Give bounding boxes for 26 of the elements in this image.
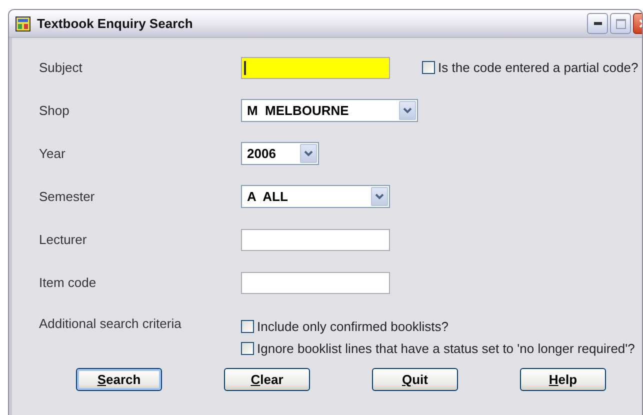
- field-label: Semester: [38, 189, 96, 204]
- input-field[interactable]: [241, 272, 390, 294]
- checkbox-label: Include only confirmed booklists?: [257, 319, 448, 334]
- field-label: Shop: [38, 103, 70, 118]
- minimize-icon[interactable]: [587, 13, 608, 34]
- input-field[interactable]: [241, 56, 390, 78]
- dialog-button[interactable]: Help: [520, 368, 606, 391]
- checkbox[interactable]: [422, 61, 435, 74]
- field-label: Item code: [38, 275, 98, 290]
- section-label: Additional search criteria: [38, 316, 182, 333]
- input-field[interactable]: [241, 228, 390, 250]
- checkbox-label: Is the code entered a partial code?: [438, 60, 638, 75]
- field-label: Lecturer: [38, 232, 88, 247]
- checkbox-label: Ignore booklist lines that have a status set to 'no longer required'?: [257, 341, 635, 356]
- checkbox[interactable]: [241, 342, 254, 355]
- window-title: Textbook Enquiry Search: [37, 16, 193, 31]
- dialog-button[interactable]: Quit: [372, 368, 458, 391]
- app-icon: [15, 16, 31, 32]
- dialog-button[interactable]: Search: [76, 368, 162, 391]
- field-label: Year: [38, 146, 66, 161]
- field-label: Subject: [38, 60, 84, 75]
- checkbox[interactable]: [241, 320, 254, 333]
- dropdown[interactable]: A ALL: [241, 185, 390, 208]
- dialog-button[interactable]: Clear: [224, 368, 310, 391]
- dropdown[interactable]: 2006: [241, 142, 319, 165]
- dropdown[interactable]: M MELBOURNE: [241, 99, 418, 122]
